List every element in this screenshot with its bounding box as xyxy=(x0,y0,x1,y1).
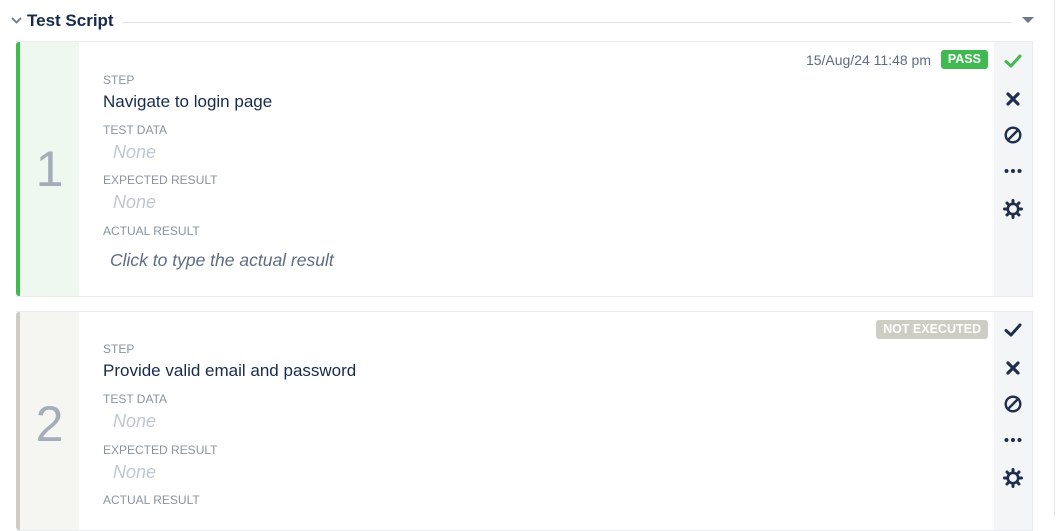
gear-icon xyxy=(1003,468,1023,488)
section-title: Test Script xyxy=(27,11,114,30)
block-icon xyxy=(1004,395,1022,413)
mark-blocked-button[interactable] xyxy=(1000,122,1026,148)
panel-edge xyxy=(1054,0,1055,517)
status-badge: NOT EXECUTED xyxy=(876,320,988,339)
step-number-column: 2 xyxy=(20,312,79,530)
step-number: 2 xyxy=(35,396,64,452)
step-text[interactable]: Provide valid email and password xyxy=(103,361,356,381)
header-divider xyxy=(123,22,1011,23)
step-settings-button[interactable] xyxy=(1000,196,1026,222)
step-text[interactable]: Navigate to login page xyxy=(103,92,272,112)
expected-result-value[interactable]: None xyxy=(113,192,156,213)
gear-icon xyxy=(1003,199,1023,219)
expected-result-label: EXPECTED RESULT xyxy=(103,173,218,187)
mark-fail-button[interactable] xyxy=(1000,355,1026,381)
more-options-button[interactable] xyxy=(1000,427,1026,453)
test-data-label: TEST DATA xyxy=(103,123,168,137)
expected-result-value[interactable]: None xyxy=(113,462,156,483)
execution-timestamp: 15/Aug/24 11:48 pm xyxy=(805,52,931,68)
step-number-column: 1 xyxy=(20,42,79,296)
actual-result-input[interactable]: Click to type the actual result xyxy=(110,250,334,271)
mark-fail-button[interactable] xyxy=(1000,86,1026,112)
mark-blocked-button[interactable] xyxy=(1000,391,1026,417)
step-actions xyxy=(994,42,1032,296)
x-icon xyxy=(1006,361,1020,375)
step-label: STEP xyxy=(103,342,135,356)
block-icon xyxy=(1004,126,1022,144)
caret-down-icon[interactable] xyxy=(1021,16,1035,24)
check-icon xyxy=(1004,54,1022,68)
step-number: 1 xyxy=(35,141,64,197)
x-icon xyxy=(1006,92,1020,106)
expected-result-label: EXPECTED RESULT xyxy=(103,443,218,457)
test-step-card: 2 STEP Provide valid email and password … xyxy=(16,311,1033,531)
actual-result-label: ACTUAL RESULT xyxy=(103,493,200,507)
chevron-down-icon[interactable] xyxy=(11,16,22,25)
test-step-card: 1 STEP Navigate to login page TEST DATA … xyxy=(16,41,1033,297)
step-settings-button[interactable] xyxy=(1000,465,1026,491)
test-data-value[interactable]: None xyxy=(113,411,156,432)
step-label: STEP xyxy=(103,73,135,87)
ellipsis-icon xyxy=(1004,169,1022,173)
check-icon xyxy=(1004,323,1022,337)
status-badge: PASS xyxy=(940,50,988,69)
mark-pass-button[interactable] xyxy=(1000,317,1026,343)
ellipsis-icon xyxy=(1004,438,1022,442)
mark-pass-button[interactable] xyxy=(1000,48,1026,74)
more-options-button[interactable] xyxy=(1000,158,1026,184)
step-actions xyxy=(994,312,1032,530)
actual-result-label: ACTUAL RESULT xyxy=(103,224,200,238)
test-data-label: TEST DATA xyxy=(103,392,168,406)
step-content: STEP Navigate to login page TEST DATA No… xyxy=(103,42,992,296)
step-content: STEP Provide valid email and password TE… xyxy=(103,312,992,530)
test-data-value[interactable]: None xyxy=(113,142,156,163)
test-script-section-header: Test Script xyxy=(0,0,1061,42)
